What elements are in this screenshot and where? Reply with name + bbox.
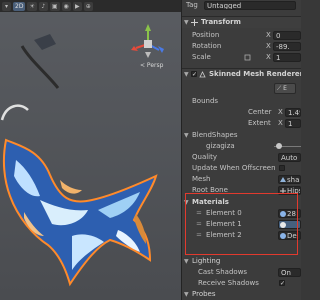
- mesh-value: shar: [287, 176, 301, 184]
- center-x-field[interactable]: 1.49: [285, 108, 301, 117]
- material-element-value: 28: [287, 210, 296, 218]
- shark-model[interactable]: [0, 0, 181, 300]
- skinned-mesh-renderer-header[interactable]: ▼ Skinned Mesh Renderer: [182, 68, 301, 80]
- mesh-renderer-icon: [199, 71, 206, 78]
- material-icon: [280, 211, 286, 217]
- receive-shadows-row: Receive Shadows: [182, 278, 301, 289]
- rotation-x-axis-label[interactable]: X: [266, 41, 271, 52]
- material-icon: [280, 222, 286, 228]
- drag-handle-icon[interactable]: =: [196, 208, 202, 219]
- drag-handle-icon[interactable]: =: [196, 230, 202, 241]
- probes-title: Probes: [192, 290, 216, 298]
- extent-x-axis-label[interactable]: X: [278, 118, 283, 129]
- position-label[interactable]: Position: [192, 30, 219, 41]
- materials-header[interactable]: ▼ Materials: [182, 197, 301, 208]
- rotation-label[interactable]: Rotation: [192, 41, 221, 52]
- scale-row: Scale X 1: [182, 52, 301, 63]
- mesh-icon: [280, 177, 286, 182]
- foldout-arrow-icon[interactable]: ▼: [184, 256, 189, 267]
- foldout-arrow-icon[interactable]: ▼: [184, 69, 189, 80]
- scene-view[interactable]: ▾ 2D ☀ ♪ ▣ ◉ ▶ ⊕ < Persp: [0, 0, 181, 300]
- edit-bounds-button[interactable]: ⟋ E: [274, 83, 296, 94]
- tag-label: Tag: [186, 1, 198, 9]
- center-row: Center X 1.49: [182, 107, 301, 118]
- quality-label: Quality: [192, 153, 218, 161]
- rotation-row: Rotation X -89.: [182, 41, 301, 52]
- cast-shadows-dropdown[interactable]: On: [278, 268, 301, 277]
- blendshape-row: gizagiza: [182, 141, 301, 152]
- material-element-label: Element 0: [206, 209, 242, 217]
- extent-label: Extent: [248, 119, 271, 127]
- lighting-title: Lighting: [192, 257, 221, 265]
- center-x-axis-label[interactable]: X: [278, 107, 283, 118]
- transform-icon: [280, 188, 286, 194]
- tag-row: Tag Untagged: [182, 0, 301, 11]
- cast-shadows-label: Cast Shadows: [198, 268, 248, 276]
- foldout-arrow-icon[interactable]: ▼: [184, 289, 189, 300]
- rotation-x-field[interactable]: -89.: [273, 42, 301, 51]
- bounds-row: Bounds: [182, 96, 301, 107]
- scale-x-axis-label[interactable]: X: [266, 52, 271, 63]
- mesh-object-field[interactable]: shar: [278, 175, 301, 184]
- center-label: Center: [248, 108, 272, 116]
- update-offscreen-checkbox[interactable]: [279, 165, 285, 171]
- transform-icon: [191, 19, 198, 26]
- material-element-0-field[interactable]: 28: [278, 209, 301, 218]
- receive-shadows-checkbox[interactable]: [279, 278, 285, 289]
- materials-title: Materials: [192, 198, 229, 206]
- scale-label[interactable]: Scale: [192, 52, 211, 63]
- probes-header[interactable]: ▼ Probes: [182, 289, 301, 300]
- inspector-panel: Tag Untagged ▼ Transform Position X 0 Ro…: [181, 0, 301, 300]
- root-bone-label: Root Bone: [192, 186, 228, 194]
- quality-dropdown[interactable]: Auto: [278, 153, 301, 162]
- position-row: Position X 0: [182, 30, 301, 41]
- tag-dropdown[interactable]: Untagged: [204, 1, 296, 10]
- blendshapes-row[interactable]: ▼ BlendShapes: [182, 130, 301, 141]
- material-element-2-field[interactable]: De: [278, 231, 301, 240]
- material-element-row: = Element 0 28: [182, 208, 301, 219]
- quality-row: Quality Auto: [182, 152, 301, 163]
- scale-x-field[interactable]: 1: [273, 53, 301, 62]
- blendshapes-label: BlendShapes: [192, 131, 238, 139]
- update-offscreen-row: Update When Offscreen: [182, 163, 301, 174]
- material-element-1-field[interactable]: [278, 220, 301, 229]
- component-enabled-checkbox[interactable]: [191, 69, 197, 80]
- transform-header[interactable]: ▼ Transform: [182, 16, 301, 28]
- material-element-row: = Element 1: [182, 219, 301, 230]
- transform-title: Transform: [201, 18, 241, 26]
- cast-shadows-row: Cast Shadows On: [182, 267, 301, 278]
- root-bone-row: Root Bone Hips: [182, 185, 301, 196]
- foldout-arrow-icon[interactable]: ▼: [184, 130, 189, 141]
- material-element-row: = Element 2 De: [182, 230, 301, 241]
- material-element-label: Element 1: [206, 220, 242, 228]
- blendshape-slider-handle[interactable]: [276, 143, 282, 149]
- update-offscreen-label: Update When Offscreen: [192, 164, 276, 172]
- root-bone-value: Hips: [287, 187, 301, 195]
- mesh-label: Mesh: [192, 175, 211, 183]
- bounds-label: Bounds: [192, 97, 219, 105]
- extent-row: Extent X 1: [182, 118, 301, 129]
- foldout-arrow-icon[interactable]: ▼: [184, 197, 189, 208]
- edit-bounds-row: ⟋ E: [182, 82, 301, 96]
- material-element-value: De: [287, 232, 297, 240]
- receive-shadows-label: Receive Shadows: [198, 279, 259, 287]
- lighting-header[interactable]: ▼ Lighting: [182, 256, 301, 267]
- position-x-field[interactable]: 0: [273, 31, 301, 40]
- edit-bounds-icon: ⟋ E: [277, 85, 287, 92]
- foldout-arrow-icon[interactable]: ▼: [184, 17, 189, 28]
- link-icon[interactable]: [244, 54, 251, 61]
- material-element-label: Element 2: [206, 231, 242, 239]
- drag-handle-icon[interactable]: =: [196, 219, 202, 230]
- position-x-axis-label[interactable]: X: [266, 30, 271, 41]
- material-icon: [280, 233, 286, 239]
- root-bone-object-field[interactable]: Hips: [278, 186, 301, 195]
- mesh-row: Mesh shar: [182, 174, 301, 185]
- extent-x-field[interactable]: 1: [285, 119, 301, 128]
- skinned-mesh-renderer-title: Skinned Mesh Renderer: [209, 70, 301, 78]
- blendshape-name: gizagiza: [206, 142, 235, 150]
